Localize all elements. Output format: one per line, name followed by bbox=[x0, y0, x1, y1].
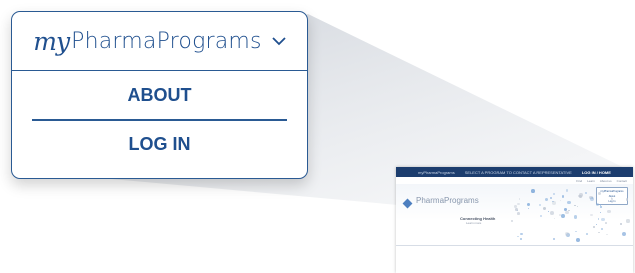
website-thumbnail: myPharmaPrograms SELECT A PROGRAM TO CON… bbox=[396, 167, 633, 273]
thumbnail-nav-link: myPharmaPrograms bbox=[418, 169, 455, 175]
decorative-dot bbox=[526, 202, 531, 206]
decorative-dot bbox=[576, 238, 581, 243]
decorative-dot bbox=[561, 195, 565, 198]
decorative-dot bbox=[601, 228, 604, 231]
thumbnail-brand: PharmaPrograms bbox=[416, 196, 479, 205]
decorative-dot bbox=[549, 210, 554, 215]
decorative-dot bbox=[549, 196, 552, 199]
logo-brand-text: PharmaPrograms bbox=[71, 28, 262, 54]
decorative-dot bbox=[517, 212, 520, 215]
decorative-dot bbox=[560, 213, 565, 218]
decorative-dot bbox=[520, 232, 523, 236]
thumbnail-nav-link: LOG IN / HOME bbox=[581, 169, 611, 175]
thumbnail-dropdown-item: myPharmaPrograms bbox=[600, 190, 624, 193]
decorative-dot bbox=[520, 237, 523, 240]
thumbnail-subline: Learn more bbox=[466, 221, 482, 225]
decorative-dot bbox=[511, 220, 513, 222]
decorative-dot bbox=[547, 210, 549, 212]
thumbnail-dropdown: myPharmaPrograms About Log In bbox=[596, 187, 628, 205]
decorative-dot bbox=[579, 195, 582, 198]
decorative-dot bbox=[575, 230, 577, 232]
decorative-dot bbox=[538, 203, 541, 206]
decorative-dot bbox=[610, 197, 613, 201]
thumbnail-dropdown-item: Log In bbox=[608, 200, 616, 203]
decorative-dot bbox=[563, 207, 567, 211]
decorative-dot bbox=[517, 235, 519, 238]
decorative-dot bbox=[584, 192, 587, 195]
thumbnail-sub-link: Find bbox=[576, 178, 583, 183]
decorative-dot bbox=[598, 231, 600, 233]
decorative-dot bbox=[595, 223, 598, 226]
thumbnail-sub-link: Learn bbox=[587, 178, 595, 183]
decorative-dot bbox=[568, 209, 570, 212]
decorative-dot bbox=[531, 189, 535, 193]
thumbnail-sub-link: About us bbox=[599, 178, 612, 183]
decorative-dot bbox=[564, 232, 569, 236]
decorative-dot bbox=[604, 221, 607, 224]
decorative-dot bbox=[593, 225, 596, 229]
decorative-dot bbox=[619, 222, 623, 226]
thumbnail-divider bbox=[396, 245, 633, 246]
decorative-dot bbox=[590, 196, 595, 201]
thumbnail-sub-nav: Find Learn About us Contact bbox=[396, 177, 633, 184]
brand-dropdown-toggle[interactable]: my PharmaPrograms bbox=[12, 12, 307, 71]
decorative-dot bbox=[552, 237, 555, 240]
decorative-dot bbox=[625, 198, 628, 201]
decorative-dot bbox=[606, 233, 608, 236]
thumbnail-nav-link: SELECT A PROGRAM TO CONTACT A REPRESENTA… bbox=[464, 169, 572, 175]
decorative-dot bbox=[552, 201, 556, 206]
thumbnail-sub-link: Contact bbox=[616, 178, 627, 183]
decorative-dot bbox=[513, 205, 517, 208]
menu-item-login[interactable]: LOG IN bbox=[12, 121, 307, 169]
menu-item-about[interactable]: ABOUT bbox=[12, 71, 307, 119]
logo-my-text: my bbox=[33, 26, 70, 56]
decorative-dot bbox=[544, 197, 548, 201]
decorative-dot bbox=[543, 206, 547, 210]
decorative-dot bbox=[622, 232, 627, 236]
decorative-dot bbox=[601, 217, 605, 222]
decorative-dot bbox=[515, 208, 518, 211]
dropdown-menu: my PharmaPrograms ABOUT LOG IN bbox=[11, 11, 308, 179]
chevron-down-icon[interactable] bbox=[272, 36, 286, 46]
thumbnail-top-nav: myPharmaPrograms SELECT A PROGRAM TO CON… bbox=[396, 167, 633, 177]
decorative-dot bbox=[586, 233, 589, 236]
decorative-dot bbox=[626, 219, 630, 223]
